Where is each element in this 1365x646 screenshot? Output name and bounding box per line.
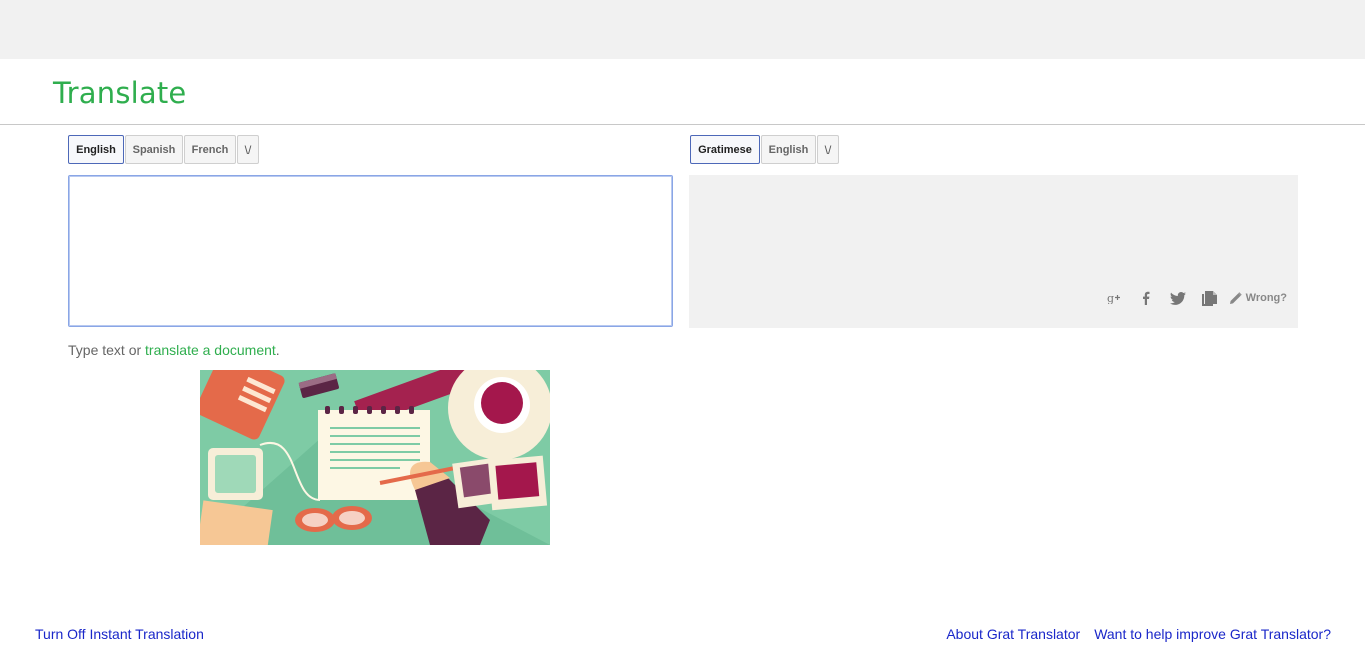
target-lang-more-dropdown[interactable]: \/ [817,135,839,164]
source-lang-more-dropdown[interactable]: \/ [237,135,259,164]
translate-document-link[interactable]: translate a document [145,342,276,358]
source-lang-spanish[interactable]: Spanish [125,135,183,164]
target-language-bar: Gratimese English \/ [690,135,840,164]
source-lang-english[interactable]: English [68,135,124,164]
target-lang-gratimese[interactable]: Gratimese [690,135,760,164]
desk-illustration [200,370,550,545]
about-link[interactable]: About Grat Translator [946,626,1080,642]
improve-link[interactable]: Want to help improve Grat Translator? [1094,626,1331,642]
header-divider [0,124,1365,125]
svg-text:g: g [1107,292,1114,304]
translation-output: g Wrong? [689,175,1298,328]
source-language-bar: English Spanish French \/ [68,135,260,164]
hint-suffix: . [275,342,280,358]
pencil-icon [1229,292,1242,304]
report-wrong-button[interactable]: Wrong? [1229,292,1287,304]
input-hint: Type text or translate a document. [68,342,280,358]
wrong-label: Wrong? [1245,292,1287,304]
source-text-input[interactable] [68,175,673,327]
google-plus-icon[interactable]: g [1098,289,1130,307]
hint-prefix: Type text or [68,342,146,358]
page-title: Translate [53,76,187,110]
turn-off-instant-translation-link[interactable]: Turn Off Instant Translation [35,626,204,642]
source-lang-french[interactable]: French [184,135,236,164]
top-bar [0,0,1365,59]
twitter-icon[interactable] [1162,289,1194,307]
copy-icon[interactable] [1194,289,1226,307]
output-toolbar: g Wrong? [1098,289,1287,307]
facebook-icon[interactable] [1130,289,1162,307]
target-lang-english[interactable]: English [761,135,816,164]
footer-links: About Grat Translator Want to help impro… [932,626,1331,642]
